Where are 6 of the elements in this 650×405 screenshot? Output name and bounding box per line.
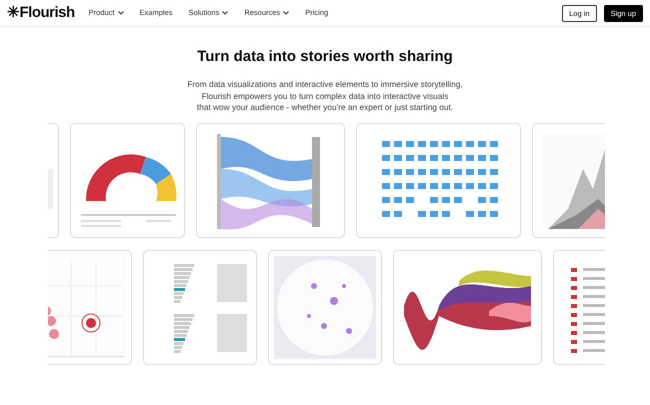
caret-icon bbox=[222, 11, 228, 15]
hero-title: Turn data into stories worth sharing bbox=[196, 48, 454, 66]
hero-description: From data visualizations and interactive elements to immersive storytelling, Flourish empowers you to turn complex data into interactive visuals that wow your audience - whether you're an expert or just starting out. bbox=[186, 79, 464, 114]
caret-icon bbox=[118, 11, 124, 15]
logo[interactable]: ✳Flourish bbox=[7, 2, 75, 24]
caret-icon bbox=[283, 11, 290, 15]
